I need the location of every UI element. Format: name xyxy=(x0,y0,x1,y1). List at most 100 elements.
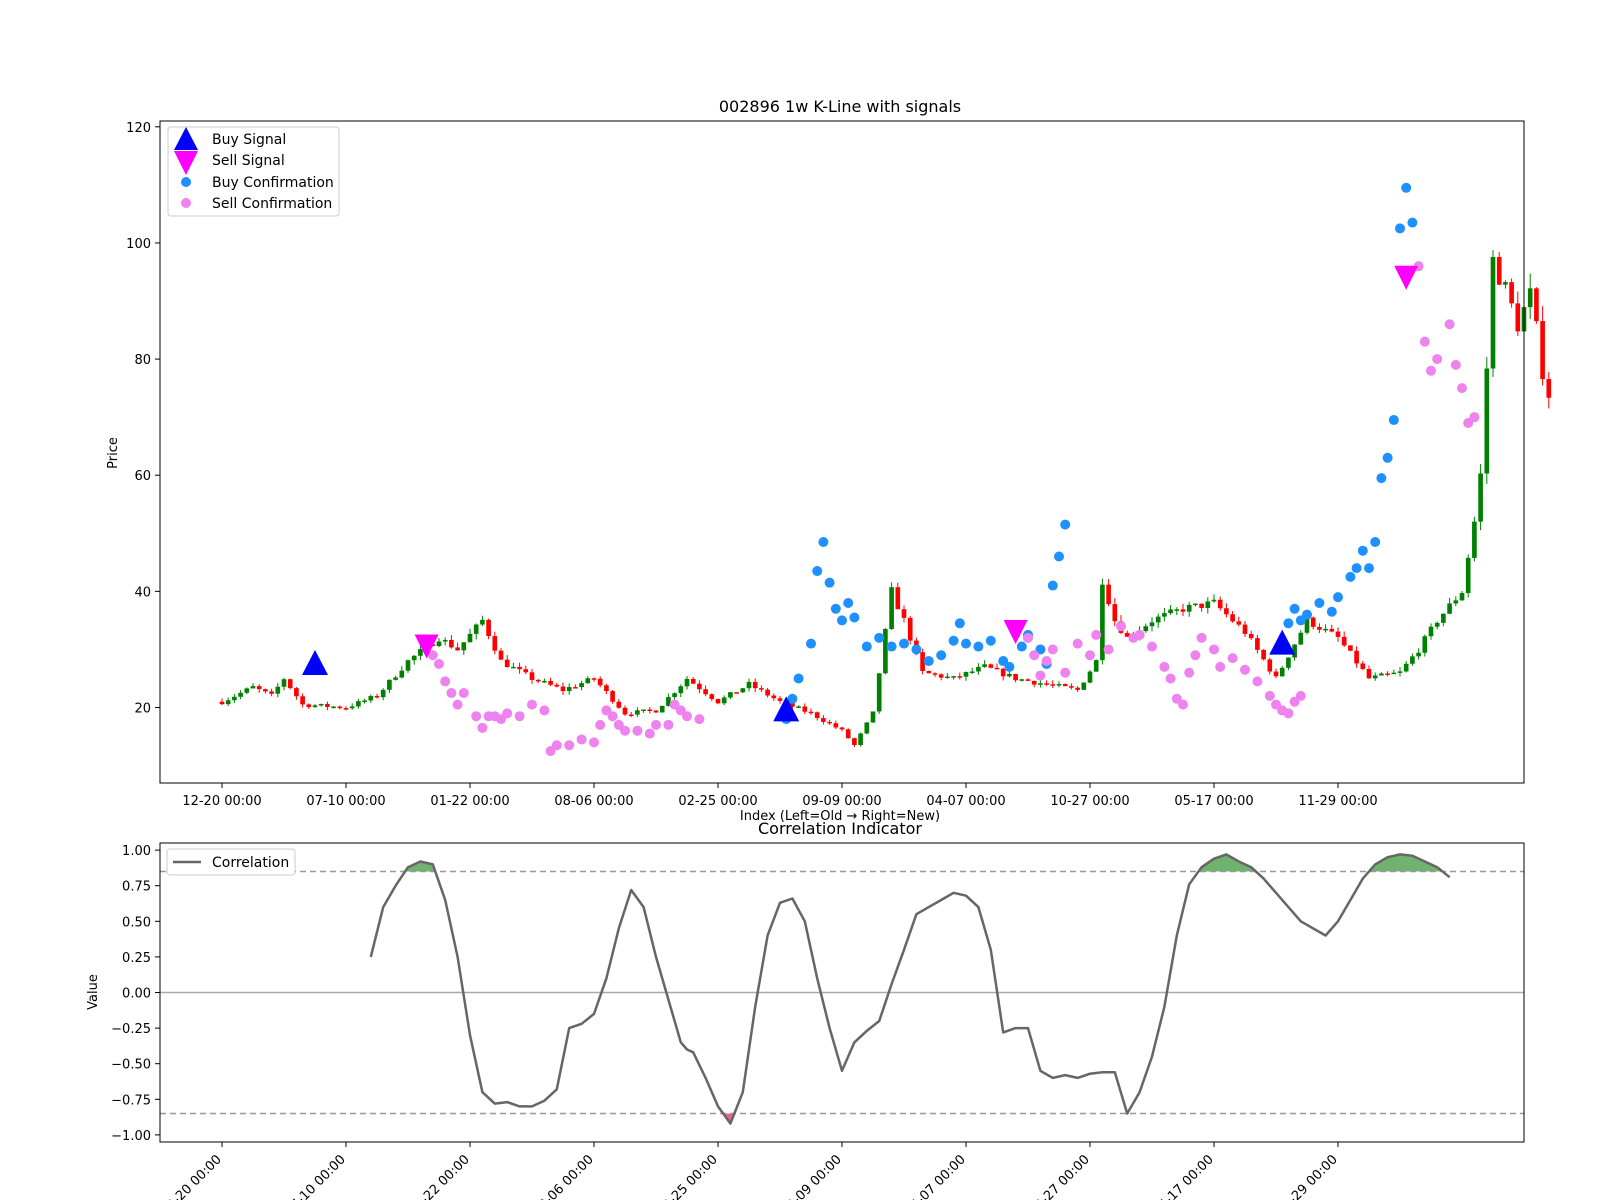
candle-body xyxy=(1360,663,1366,669)
sell-confirmation-point xyxy=(1457,383,1467,394)
candle-body xyxy=(1075,687,1080,690)
candle-body xyxy=(560,686,566,692)
buy-confirmation-point xyxy=(1302,609,1312,620)
candle-body xyxy=(356,701,361,707)
kline-ytick-label: 60 xyxy=(134,469,151,484)
candle-body xyxy=(907,617,913,641)
sell-confirmation-point xyxy=(1215,661,1226,672)
candle-body xyxy=(232,696,237,701)
candle-body xyxy=(1056,684,1062,686)
kline-xtick-label: 02-25 00:00 xyxy=(678,794,757,809)
candle-body xyxy=(486,619,491,637)
legend-sell-signal-label: Sell Signal xyxy=(212,153,285,169)
candle-body xyxy=(610,691,615,702)
buy-confirmation-point xyxy=(985,635,996,646)
candle-body xyxy=(300,696,305,705)
candle-body xyxy=(1224,608,1229,615)
candle-body xyxy=(473,624,479,634)
candle-body xyxy=(957,676,963,678)
candle-body xyxy=(870,711,876,723)
kline-xtick-label: 08-06 00:00 xyxy=(554,794,633,809)
candle-body xyxy=(628,714,634,716)
buy-confirmation-point xyxy=(793,673,804,684)
kline-xtick-label: 05-17 00:00 xyxy=(1174,794,1253,809)
kline-xtick-label: 12-20 00:00 xyxy=(182,794,261,809)
correlation-ytick-label: −1.00 xyxy=(111,1129,151,1144)
candle-body xyxy=(517,666,522,670)
buy-confirmation-point xyxy=(1364,563,1374,574)
candle-body xyxy=(1143,626,1149,632)
candle-body xyxy=(1168,609,1173,614)
sell-confirmation-point xyxy=(620,725,630,736)
candle-body xyxy=(405,660,411,671)
buy-confirmation-point xyxy=(954,618,965,629)
candle-body xyxy=(1273,671,1279,677)
buy-confirmation-point xyxy=(1047,580,1058,591)
buy-confirmation-point xyxy=(973,641,984,652)
candle-body xyxy=(1230,614,1235,622)
candle-body xyxy=(1298,632,1304,645)
correlation-ytick-label: 0.50 xyxy=(122,915,151,930)
candle-body xyxy=(771,695,777,699)
candle-body xyxy=(1496,257,1502,285)
sell-confirmation-point xyxy=(1209,644,1219,655)
sell-confirmation-point xyxy=(607,711,618,722)
kline-xtick-label: 10-27 00:00 xyxy=(1050,794,1129,809)
candle-body xyxy=(721,697,727,704)
candle-body xyxy=(411,655,417,661)
candle-body xyxy=(269,691,274,694)
correlation-ytick-label: 1.00 xyxy=(122,844,151,859)
legend-buy-confirmation-label: Buy Confirmation xyxy=(212,175,334,191)
candle-body xyxy=(963,672,969,677)
candle-body xyxy=(1211,599,1217,602)
candle-body xyxy=(318,703,324,706)
candle-body xyxy=(1310,617,1316,627)
candle-body xyxy=(1174,609,1180,611)
candle-body xyxy=(976,666,981,672)
buy-confirmation-point xyxy=(824,577,835,588)
candle-body xyxy=(1428,626,1434,637)
correlation-ytick-label: 0.25 xyxy=(122,951,151,966)
buy-confirmation-point xyxy=(1351,563,1362,574)
candle-body xyxy=(1279,667,1285,677)
candle-body xyxy=(845,729,851,739)
candle-body xyxy=(839,727,845,730)
candle-body xyxy=(808,711,814,714)
sell-confirmation-point xyxy=(458,687,469,698)
candle-body xyxy=(1180,609,1186,612)
candle-body xyxy=(585,678,591,684)
candle-body xyxy=(542,680,547,683)
kline-xtick-label: 04-07 00:00 xyxy=(926,794,1005,809)
sell-confirmation-point xyxy=(589,737,599,748)
candle-body xyxy=(263,689,268,692)
candle-body xyxy=(325,703,330,707)
sell-confirmation-point xyxy=(1432,354,1443,365)
candle-body xyxy=(337,706,343,709)
candle-body xyxy=(1186,604,1192,612)
buy-confirmation-point xyxy=(843,597,854,608)
candle-body xyxy=(535,679,541,682)
sell-confirmation-point xyxy=(502,708,513,719)
sell-confirmation-point xyxy=(694,714,705,725)
sell-confirmation-point xyxy=(1091,629,1102,640)
candle-body xyxy=(1286,657,1291,668)
sell-confirmation-point xyxy=(1159,661,1170,672)
kline-ytick-label: 80 xyxy=(134,353,151,368)
sell-confirmation-point xyxy=(1085,650,1095,661)
candle-body xyxy=(523,669,529,673)
candle-body xyxy=(690,678,696,684)
candle-body xyxy=(1106,584,1111,605)
sell-confirmation-point xyxy=(564,740,575,751)
candle-body xyxy=(492,636,498,651)
candle-body xyxy=(529,672,535,680)
candle-body xyxy=(1081,682,1087,690)
candle-body xyxy=(244,688,250,693)
candle-body xyxy=(1044,683,1049,685)
sell-confirmation-point xyxy=(1227,653,1238,664)
legend-correlation-label: Correlation xyxy=(212,855,289,871)
buy-confirmation-point xyxy=(911,644,922,655)
kline-xtick-label: 09-09 00:00 xyxy=(802,794,881,809)
candle-body xyxy=(1335,631,1341,637)
candle-body xyxy=(380,689,386,698)
sell-confirmation-point xyxy=(644,728,655,739)
